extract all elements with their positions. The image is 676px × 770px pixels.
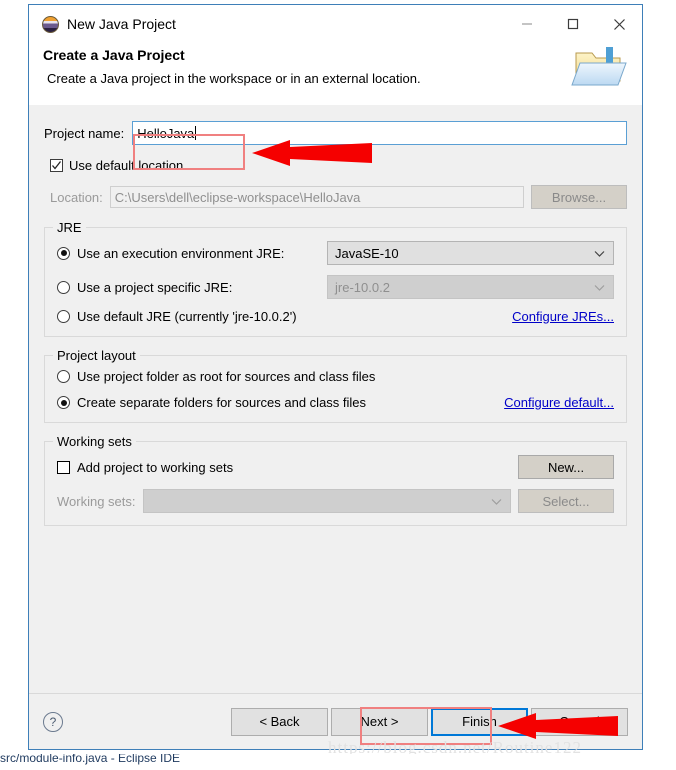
jre-execution-environment-row: Use an execution environment JRE: JavaSE… [57,241,614,265]
chevron-down-icon [491,494,502,509]
jre-project-specific-radio[interactable] [57,280,70,294]
new-java-project-dialog: New Java Project Create a Java Project C… [28,4,643,750]
taskbar-text: src/module-info.java - Eclipse IDE [0,754,181,765]
jre-execution-environment-value: JavaSE-10 [335,245,399,261]
working-sets-group: Working sets Add project to working sets… [44,434,627,526]
chevron-down-icon [594,246,605,261]
minimize-icon[interactable] [504,5,550,43]
jre-group: JRE Use an execution environment JRE: Ja… [44,220,627,337]
use-default-location-row[interactable]: Use default location [50,158,627,173]
location-value: C:\Users\dell\eclipse-workspace\HelloJav… [114,189,361,205]
new-java-project-folder-icon [568,39,630,97]
jre-project-specific-row: Use a project specific JRE: jre-10.0.2 [57,275,614,299]
title-bar-left: New Java Project [29,15,176,33]
new-working-set-button[interactable]: New... [518,455,614,479]
location-input[interactable]: C:\Users\dell\eclipse-workspace\HelloJav… [109,186,524,208]
jre-group-title: JRE [53,220,86,235]
configure-default-link[interactable]: Configure default... [504,395,614,410]
title-bar: New Java Project [29,5,642,43]
jre-execution-environment-label: Use an execution environment JRE: [77,245,285,261]
chevron-down-icon [594,280,605,295]
jre-default-label: Use default JRE (currently 'jre-10.0.2') [77,309,297,324]
page-title: Create a Java Project [43,47,185,63]
dialog-button-bar: ? < Back Next > Finish Cancel [29,693,642,749]
select-working-set-button[interactable]: Select... [518,489,614,513]
window-title: New Java Project [67,16,176,32]
project-name-input[interactable]: HelloJava [132,121,627,145]
working-sets-label: Working sets: [57,493,136,509]
layout-project-folder-radio[interactable] [57,370,70,383]
jre-default-option[interactable]: Use default JRE (currently 'jre-10.0.2') [57,309,512,324]
help-question-icon[interactable]: ? [43,711,63,732]
jre-project-specific-option[interactable]: Use a project specific JRE: [57,280,327,295]
close-icon[interactable] [596,5,642,43]
use-default-location-label: Use default location [69,158,184,173]
jre-execution-environment-combo[interactable]: JavaSE-10 [327,241,614,265]
window-controls [504,5,642,43]
project-layout-group-title: Project layout [53,348,140,363]
page-description: Create a Java project in the workspace o… [47,71,421,86]
dialog-body: Project name: HelloJava Use default loca… [29,105,642,693]
working-sets-select-row: Working sets: Select... [57,489,614,513]
back-button[interactable]: < Back [231,707,328,736]
layout-project-folder-label: Use project folder as root for sources a… [77,369,376,384]
jre-project-specific-value: jre-10.0.2 [335,279,390,295]
jre-default-row: Use default JRE (currently 'jre-10.0.2')… [57,309,614,324]
project-name-value: HelloJava [137,125,195,141]
java-logo-icon [42,15,59,33]
maximize-icon[interactable] [550,5,596,43]
text-caret [195,126,197,140]
jre-project-specific-label: Use a project specific JRE: [77,279,233,295]
layout-separate-folders-row: Create separate folders for sources and … [57,395,614,410]
project-name-row: Project name: HelloJava [44,121,627,145]
add-project-to-working-sets-option[interactable]: Add project to working sets [57,460,233,475]
location-label: Location: [50,189,103,205]
jre-execution-environment-radio[interactable] [57,246,70,260]
working-sets-group-title: Working sets [53,434,136,449]
browse-button[interactable]: Browse... [531,185,627,209]
layout-separate-folders-label: Create separate folders for sources and … [77,395,367,410]
jre-project-specific-combo[interactable]: jre-10.0.2 [327,275,614,299]
jre-execution-environment-option[interactable]: Use an execution environment JRE: [57,246,327,261]
finish-button[interactable]: Finish [431,707,528,736]
taskbar-strip: src/module-info.java - Eclipse IDE [0,754,676,770]
next-button[interactable]: Next > [331,707,428,736]
configure-jres-link[interactable]: Configure JREs... [512,309,614,324]
project-layout-group: Project layout Use project folder as roo… [44,348,627,423]
add-project-to-working-sets-label: Add project to working sets [77,459,234,475]
location-row: Location: C:\Users\dell\eclipse-workspac… [50,185,627,209]
working-sets-combo[interactable] [142,489,511,513]
use-default-location-checkbox[interactable] [50,159,63,172]
wizard-buttons: < Back Next > Finish Cancel [231,707,628,736]
jre-default-radio[interactable] [57,310,70,323]
wizard-header: Create a Java Project Create a Java proj… [29,43,642,105]
layout-project-folder-option[interactable]: Use project folder as root for sources a… [57,369,614,384]
layout-separate-folders-radio[interactable] [57,396,70,409]
cancel-button[interactable]: Cancel [531,707,628,736]
add-project-to-working-sets-checkbox[interactable] [57,460,70,474]
project-name-label: Project name: [44,125,125,141]
layout-separate-folders-option[interactable]: Create separate folders for sources and … [57,395,366,410]
working-sets-add-row: Add project to working sets New... [57,455,614,479]
